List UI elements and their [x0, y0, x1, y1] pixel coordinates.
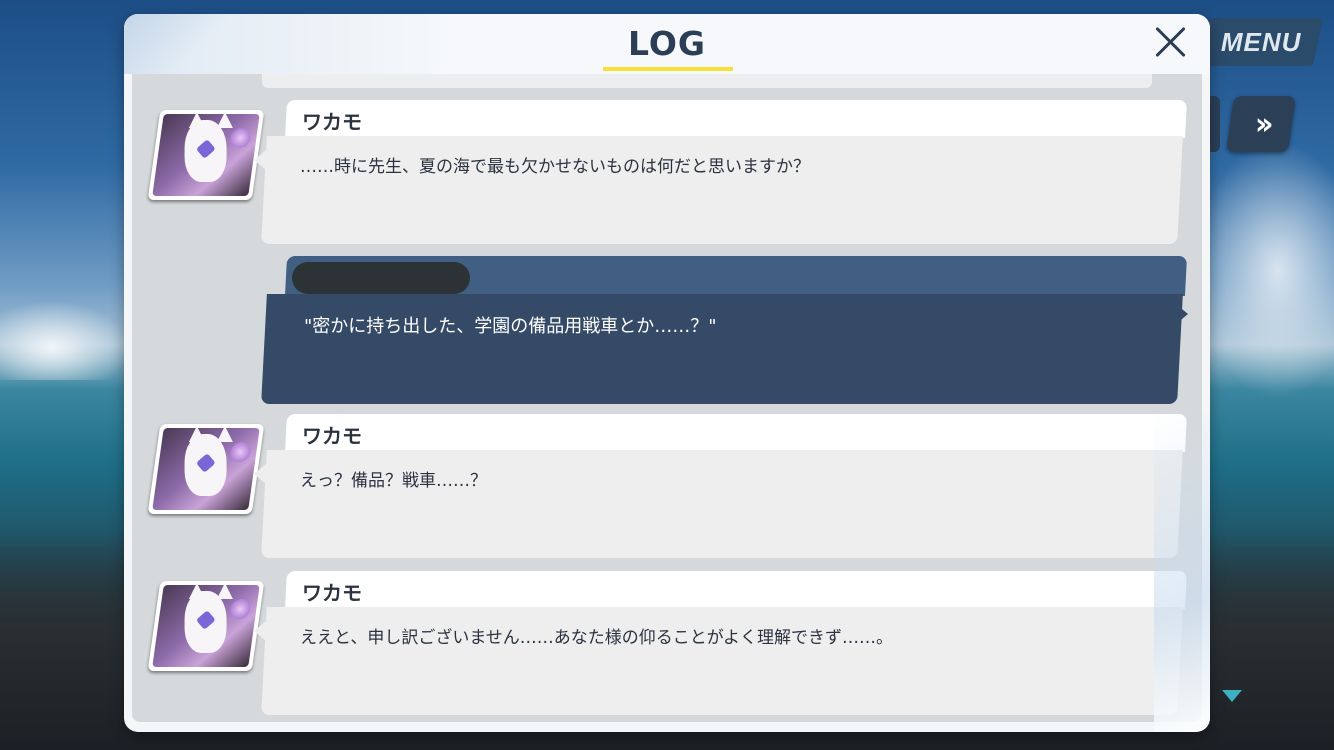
fast-forward-icon: ›› [1254, 106, 1268, 142]
background-cloud [1194, 140, 1334, 400]
dialog-title: LOG [628, 24, 706, 63]
close-icon[interactable] [1150, 22, 1190, 62]
previous-entry-edge [262, 74, 1152, 88]
menu-label: MENU [1220, 26, 1302, 57]
log-dialog: LOG ワカモ ……時に先生、夏の海で最も欠かせないものは何だと思いますか？ "… [124, 14, 1210, 732]
message-text: ……時に先生、夏の海で最も欠かせないものは何だと思いますか？ [300, 157, 810, 177]
bubble-tail [254, 621, 266, 641]
dialog-header: LOG [124, 14, 1210, 74]
wakamo-avatar [147, 424, 265, 514]
message-text: ええと、申し訳ございません……あなた様の仰ることがよく理解できず……。 [300, 628, 893, 648]
message-text: えっ？備品？戦車……？ [300, 471, 487, 491]
bubble-tail [1176, 304, 1188, 324]
title-underline [603, 67, 733, 71]
scroll-down-icon[interactable] [1222, 690, 1242, 702]
bubble-tail [254, 464, 266, 484]
speaker-name: ワカモ [302, 110, 362, 134]
wakamo-avatar [147, 581, 265, 671]
wakamo-avatar [147, 110, 265, 200]
speaker-name: ワカモ [302, 581, 362, 605]
redacted-player-name [292, 262, 470, 294]
bubble-tail [254, 150, 266, 170]
fast-forward-button[interactable]: ›› [1226, 96, 1296, 152]
dialog-decoration [1154, 414, 1210, 732]
menu-button[interactable]: MENU [1198, 18, 1324, 66]
message-text: "密かに持ち出した、学園の備品用戦車とか……？" [304, 316, 717, 337]
speaker-name: ワカモ [302, 424, 362, 448]
background-cloud [0, 300, 130, 380]
log-list[interactable]: ワカモ ……時に先生、夏の海で最も欠かせないものは何だと思いますか？ "密かに持… [132, 74, 1202, 722]
